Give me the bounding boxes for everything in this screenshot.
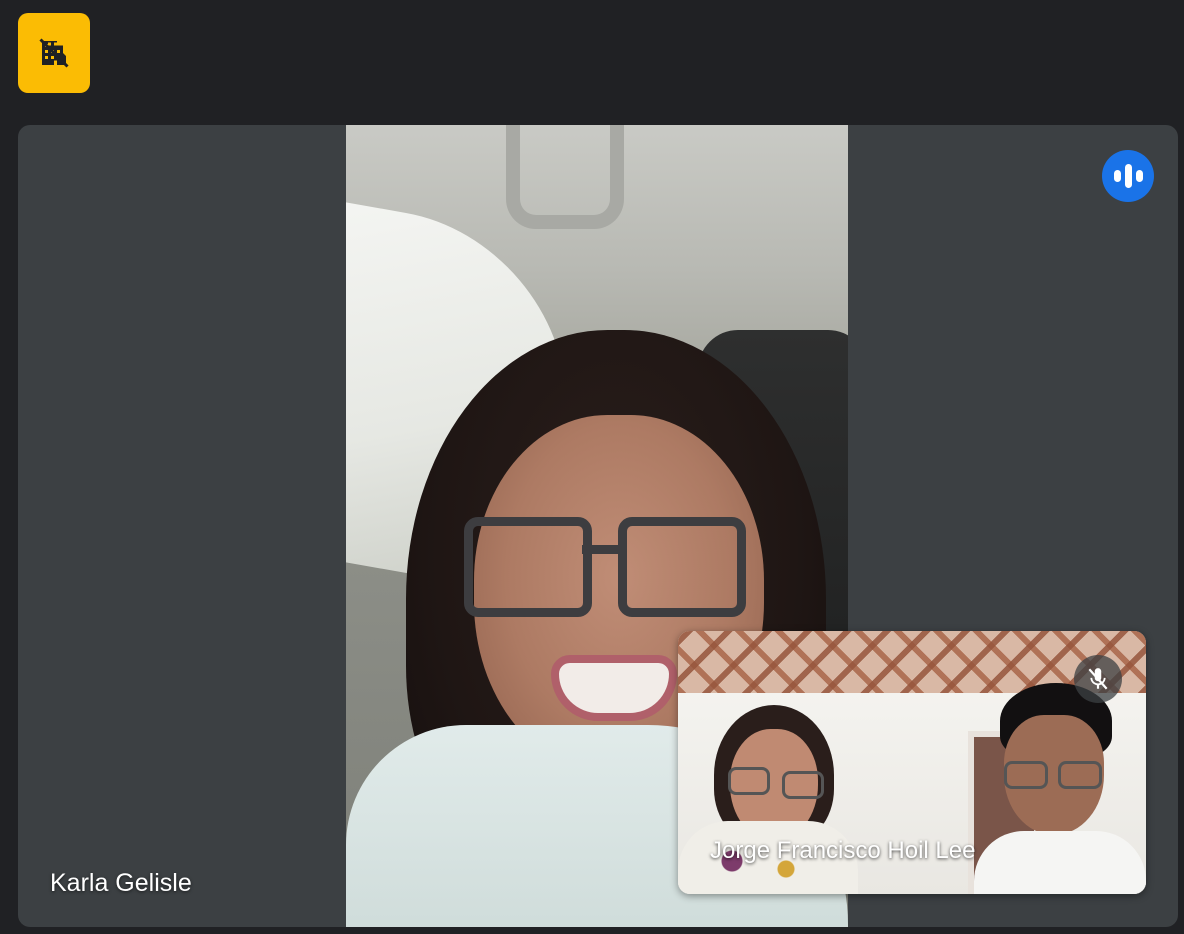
- audio-level-icon: [1102, 150, 1154, 202]
- mic-off-icon[interactable]: [1074, 655, 1122, 703]
- man-glasses-right: [1058, 761, 1102, 789]
- glasses-right: [618, 517, 746, 617]
- glasses-left: [464, 517, 592, 617]
- glasses-bridge: [582, 545, 622, 554]
- audio-bar: [1135, 170, 1143, 182]
- self-view-tile[interactable]: Jorge Francisco Hoil Lee: [678, 631, 1146, 894]
- domain-restricted-badge[interactable]: [18, 13, 90, 93]
- woman-glasses-right: [782, 771, 824, 799]
- audio-bar: [1124, 164, 1132, 188]
- man-glasses-left: [1004, 761, 1048, 789]
- participant-mouth: [551, 655, 677, 721]
- participant-name: Karla Gelisle: [50, 869, 192, 897]
- participant-name: Jorge Francisco Hoil Lee: [710, 837, 976, 864]
- car-handle: [506, 125, 624, 229]
- top-bar: [0, 0, 1184, 110]
- woman-glasses-left: [728, 767, 770, 795]
- no-building-icon: [39, 38, 69, 68]
- audio-bar: [1113, 170, 1121, 182]
- mic-off-glyph: [1088, 668, 1108, 690]
- man-body: [974, 831, 1146, 894]
